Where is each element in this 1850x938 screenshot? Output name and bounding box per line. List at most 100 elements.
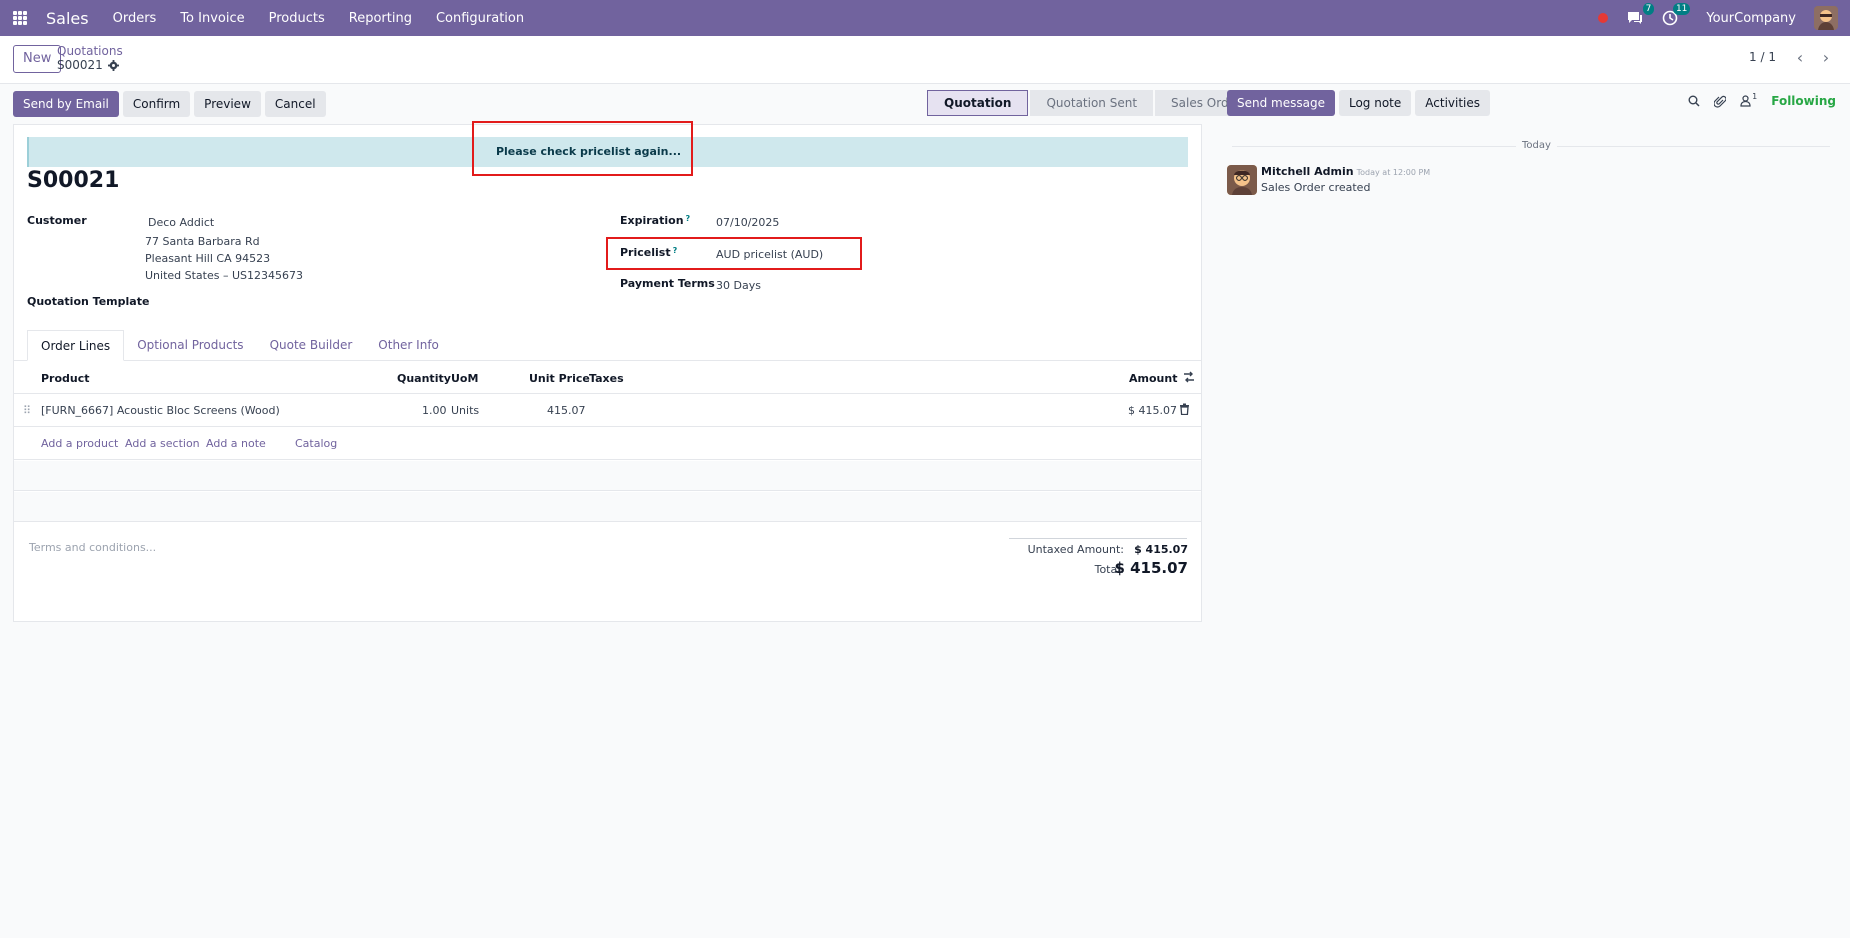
paperclip-icon[interactable]	[1714, 95, 1727, 108]
menu-orders[interactable]: Orders	[113, 11, 157, 26]
customer-field[interactable]: Deco Addict	[148, 214, 214, 231]
header-unit-price[interactable]: Unit Price	[529, 372, 590, 385]
form-sheet: Please check pricelist again... S00021 C…	[13, 121, 1202, 622]
row-quantity[interactable]: 1.00	[422, 404, 447, 417]
untaxed-amount-value: $ 415.07	[1134, 543, 1188, 556]
message-author-name[interactable]: Mitchell Admin	[1261, 165, 1354, 178]
pager-prev-icon[interactable]: ‹	[1790, 47, 1810, 67]
breadcrumb-quotations[interactable]: Quotations	[57, 44, 123, 58]
activities-badge: 11	[1672, 3, 1691, 15]
customer-label: Customer	[27, 214, 87, 227]
activities-button[interactable]: Activities	[1415, 90, 1491, 116]
app-grid-icon[interactable]	[13, 11, 27, 25]
row-product[interactable]: [FURN_6667] Acoustic Bloc Screens (Wood)	[41, 404, 280, 417]
form-actions: Send by Email Confirm Preview Cancel	[13, 91, 326, 117]
notebook-tabs: Order Lines Optional Products Quote Buil…	[27, 330, 452, 361]
menu-products[interactable]: Products	[269, 11, 325, 26]
header-taxes[interactable]: Taxes	[589, 372, 624, 385]
breadcrumb: Quotations S00021	[57, 44, 123, 72]
expiration-field[interactable]: 07/10/2025	[716, 214, 779, 231]
messages-badge: 7	[1642, 3, 1655, 15]
expiration-label: Expiration?	[620, 214, 690, 227]
customer-address-line3: United States – US12345673	[145, 269, 304, 282]
tab-other-info[interactable]: Other Info	[365, 330, 452, 361]
chatter-actions: Send message Log note Activities	[1227, 90, 1491, 116]
payment-terms-field[interactable]: 30 Days	[716, 277, 761, 294]
add-note-link[interactable]: Add a note	[206, 437, 266, 450]
alert-highlight-box	[472, 121, 693, 176]
confirm-button[interactable]: Confirm	[122, 91, 191, 117]
status-bar: Quotation Quotation Sent Sales Order	[927, 90, 1259, 116]
cancel-button[interactable]: Cancel	[264, 91, 326, 117]
drag-handle-icon[interactable]: ⠿	[23, 404, 31, 417]
followers-count: 1	[1752, 92, 1758, 101]
user-avatar[interactable]	[1814, 6, 1838, 30]
pricelist-highlight-box	[606, 237, 862, 270]
company-switcher[interactable]: YourCompany	[1706, 11, 1796, 26]
menu-reporting[interactable]: Reporting	[349, 11, 412, 26]
optional-columns-icon[interactable]	[1183, 371, 1195, 386]
following-button[interactable]: Following	[1771, 94, 1836, 108]
row-unit-price[interactable]: 415.07	[547, 404, 586, 417]
log-note-button[interactable]: Log note	[1338, 90, 1412, 116]
tab-quote-builder[interactable]: Quote Builder	[257, 330, 366, 361]
stage-quotation[interactable]: Quotation	[927, 90, 1029, 116]
tab-order-lines[interactable]: Order Lines	[27, 330, 125, 361]
row-uom[interactable]: Units	[451, 404, 479, 417]
untaxed-amount-label: Untaxed Amount:	[1027, 543, 1124, 556]
catalog-link[interactable]: Catalog	[295, 437, 337, 450]
empty-row	[14, 492, 1201, 522]
user-icon	[1740, 95, 1751, 107]
customer-address-line1: 77 Santa Barbara Rd	[145, 235, 260, 248]
header-amount[interactable]: Amount	[1129, 372, 1177, 385]
quotation-template-label: Quotation Template	[27, 295, 150, 308]
messages-icon[interactable]: 7	[1626, 3, 1655, 26]
search-icon[interactable]	[1688, 95, 1700, 107]
gear-icon[interactable]	[107, 59, 119, 71]
empty-row	[14, 461, 1201, 491]
pager-value[interactable]: 1 / 1	[1749, 50, 1776, 64]
control-panel: New Quotations S00021 1 / 1 ‹ ›	[0, 36, 1850, 84]
expiration-label-text: Expiration	[620, 214, 684, 227]
add-line-row: Add a product Add a section Add a note C…	[14, 428, 1201, 460]
send-by-email-button[interactable]: Send by Email	[13, 91, 119, 117]
new-button[interactable]: New	[13, 45, 62, 73]
total-value: $ 415.07	[1114, 559, 1188, 577]
pager: 1 / 1 ‹ ›	[1749, 47, 1836, 67]
chatter-toolbar: 1 Following	[1688, 92, 1836, 108]
payment-terms-label: Payment Terms	[620, 277, 715, 290]
message-body: Sales Order created	[1261, 181, 1371, 194]
breadcrumb-current-label: S00021	[57, 58, 103, 72]
order-title: S00021	[27, 168, 120, 193]
recording-dot-icon[interactable]	[1598, 13, 1609, 23]
delete-trash-icon[interactable]	[1179, 403, 1190, 418]
stage-quotation-sent[interactable]: Quotation Sent	[1030, 90, 1154, 116]
author-avatar[interactable]	[1227, 165, 1257, 195]
top-navbar: Sales Orders To Invoice Products Reporti…	[0, 0, 1850, 36]
header-uom[interactable]: UoM	[451, 372, 478, 385]
menu-to-invoice[interactable]: To Invoice	[180, 11, 244, 26]
add-section-link[interactable]: Add a section	[125, 437, 200, 450]
row-amount: $ 415.07	[1128, 404, 1177, 417]
totals-divider	[1009, 538, 1187, 539]
table-row[interactable]: ⠿ [FURN_6667] Acoustic Bloc Screens (Woo…	[14, 395, 1201, 427]
app-name[interactable]: Sales	[46, 9, 89, 28]
header-product[interactable]: Product	[41, 372, 90, 385]
customer-address-line2: Pleasant Hill CA 94523	[145, 252, 271, 265]
expiration-help-icon[interactable]: ?	[686, 214, 691, 223]
date-separator-label: Today	[1516, 140, 1557, 151]
tab-optional-products[interactable]: Optional Products	[124, 330, 256, 361]
preview-button[interactable]: Preview	[194, 91, 261, 117]
header-quantity[interactable]: Quantity	[397, 372, 451, 385]
add-product-link[interactable]: Add a product	[41, 437, 118, 450]
breadcrumb-current: S00021	[57, 58, 123, 72]
pager-next-icon[interactable]: ›	[1816, 47, 1836, 67]
followers-button[interactable]: 1	[1740, 92, 1758, 107]
message-time: Today at 12:00 PM	[1356, 168, 1431, 177]
terms-input[interactable]: Terms and conditions...	[29, 541, 156, 554]
message-author: Mitchell Admin Today at 12:00 PM	[1261, 165, 1430, 178]
menu-configuration[interactable]: Configuration	[436, 11, 524, 26]
activities-clock-icon[interactable]: 11	[1662, 3, 1691, 26]
order-lines-header: Product Quantity UoM Unit Price Taxes Am…	[14, 362, 1201, 394]
send-message-button[interactable]: Send message	[1227, 90, 1335, 116]
